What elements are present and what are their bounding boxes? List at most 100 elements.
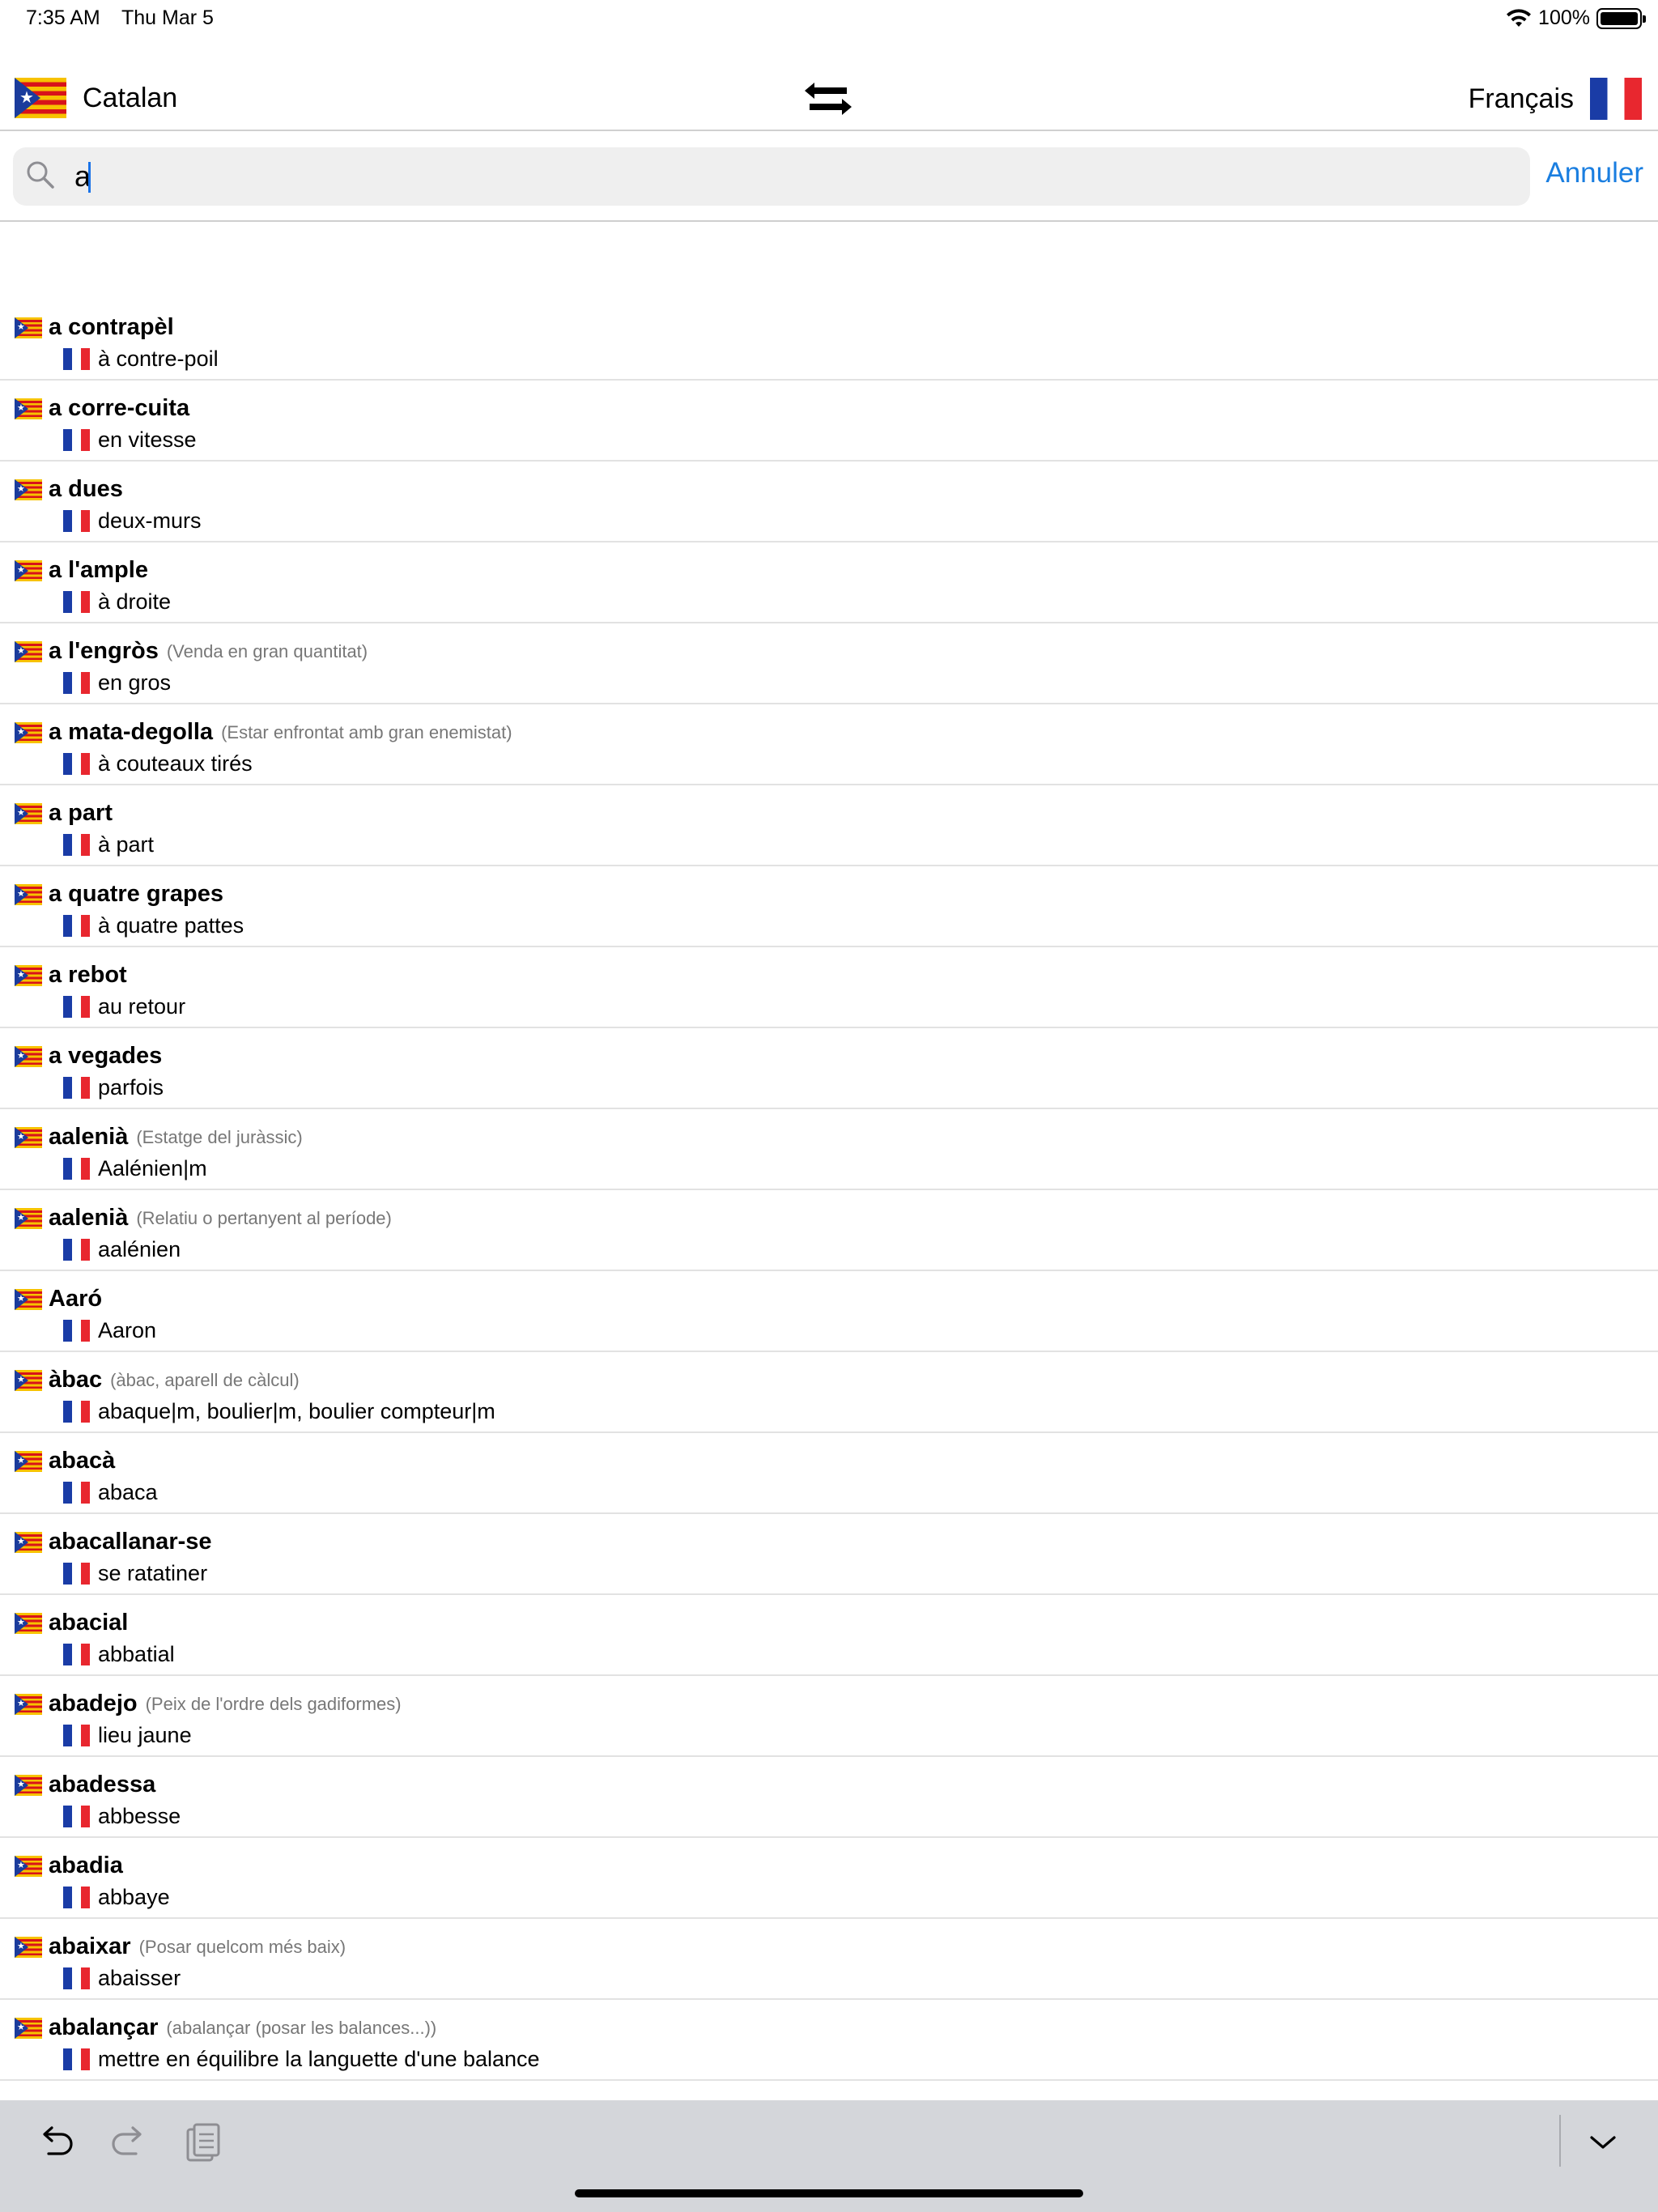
result-row[interactable]: ★ Aaró Aaron xyxy=(0,1271,1658,1352)
source-entry: ★ a contrapèl xyxy=(15,314,182,341)
result-row[interactable]: ★ àbac (àbac, aparell de càlcul) abaque|m, … xyxy=(0,1352,1658,1433)
result-row[interactable]: ★ a rebot au retour xyxy=(0,947,1658,1028)
result-row[interactable]: ★ abacallanar-se se ratatiner xyxy=(0,1514,1658,1595)
results-list: ★ a contrapèl à contre-poil ★ a corre-cuita e… xyxy=(0,300,1658,2081)
catalan-flag-icon: ★ xyxy=(15,1126,42,1148)
redo-icon[interactable] xyxy=(105,2120,151,2165)
result-row[interactable]: ★ aalenià (Estatge del juràssic) Aalénien|m xyxy=(0,1109,1658,1190)
translation-entry: abbaye xyxy=(63,1885,170,1910)
catalan-flag-icon: ★ xyxy=(15,1288,42,1310)
translation-text: à contre-poil xyxy=(98,347,219,371)
chevron-down-icon[interactable] xyxy=(1580,2120,1626,2165)
search-bar[interactable] xyxy=(13,147,1530,206)
catalan-flag-icon: ★ xyxy=(15,1612,42,1634)
french-flag-icon xyxy=(63,1725,90,1746)
source-term: a l'engròs xyxy=(49,638,159,664)
source-entry: ★ abaixar (Posar quelcom més baix) xyxy=(15,1933,346,1960)
target-language-selector[interactable]: Français xyxy=(1469,78,1642,120)
wifi-icon xyxy=(1507,8,1532,27)
result-row[interactable]: ★ abaixar (Posar quelcom més baix) abaisser xyxy=(0,1919,1658,2000)
translation-entry: en gros xyxy=(63,670,171,696)
translation-entry: abaque|m, boulier|m, boulier compteur|m xyxy=(63,1399,495,1424)
source-term: a quatre grapes xyxy=(49,881,223,907)
result-row[interactable]: ★ abadejo (Peix de l'ordre dels gadiformes… xyxy=(0,1676,1658,1757)
translation-text: abaque|m, boulier|m, boulier compteur|m xyxy=(98,1399,495,1423)
translation-entry: au retour xyxy=(63,994,185,1019)
search-input[interactable] xyxy=(62,147,1511,206)
result-row[interactable]: ★ a dues deux-murs xyxy=(0,462,1658,542)
result-row[interactable]: ★ aalenià (Relatiu o pertanyent al període… xyxy=(0,1190,1658,1271)
translation-text: lieu jaune xyxy=(98,1723,192,1747)
translation-entry: mettre en équilibre la languette d'une b… xyxy=(63,2047,540,2072)
result-row[interactable]: ★ abacà abaca xyxy=(0,1433,1658,1514)
result-row[interactable]: ★ a contrapèl à contre-poil xyxy=(0,300,1658,381)
result-row[interactable]: ★ a corre-cuita en vitesse xyxy=(0,381,1658,462)
source-language-selector[interactable]: ★ Catalan xyxy=(15,78,177,118)
status-time: 7:35 AM xyxy=(26,6,100,29)
source-entry: ★ a l'ample xyxy=(15,557,156,584)
translation-text: abbatial xyxy=(98,1642,175,1666)
catalan-flag-icon: ★ xyxy=(15,964,42,986)
translation-entry: à part xyxy=(63,832,154,857)
source-term: aalenià xyxy=(49,1205,129,1231)
result-row[interactable]: ★ a quatre grapes à quatre pattes xyxy=(0,866,1658,947)
translation-text: Aaron xyxy=(98,1318,157,1342)
term-note: (abalançar (posar les balances...)) xyxy=(166,2017,437,2038)
search-area: Annuler xyxy=(0,133,1658,222)
french-flag-icon xyxy=(63,1158,90,1180)
home-indicator[interactable] xyxy=(575,2189,1083,2197)
french-flag-icon xyxy=(63,348,90,370)
catalan-flag-icon: ★ xyxy=(15,1936,42,1958)
source-term: abadia xyxy=(49,1853,123,1878)
source-term: a rebot xyxy=(49,962,127,988)
source-entry: ★ abacà xyxy=(15,1448,123,1474)
source-term: a part xyxy=(49,800,113,826)
result-row[interactable]: ★ abacial abbatial xyxy=(0,1595,1658,1676)
translation-text: au retour xyxy=(98,994,186,1019)
swap-arrows-icon[interactable] xyxy=(801,79,855,118)
result-row[interactable]: ★ a vegades parfois xyxy=(0,1028,1658,1109)
french-flag-icon xyxy=(1590,78,1642,120)
translation-text: abaca xyxy=(98,1480,158,1504)
status-bar: 7:35 AM Thu Mar 5 100% xyxy=(0,0,1658,37)
result-row[interactable]: ★ abadessa abbesse xyxy=(0,1757,1658,1838)
source-term: aalenià xyxy=(49,1124,129,1150)
catalan-flag-icon: ★ xyxy=(15,1045,42,1067)
translation-text: deux-murs xyxy=(98,508,202,533)
translation-text: aalénien xyxy=(98,1237,181,1261)
french-flag-icon xyxy=(63,1320,90,1342)
translation-text: abbaye xyxy=(98,1885,170,1909)
result-row[interactable]: ★ a l'ample à droite xyxy=(0,542,1658,623)
status-date: Thu Mar 5 xyxy=(121,6,214,29)
translation-text: mettre en équilibre la languette d'une b… xyxy=(98,2047,540,2071)
french-flag-icon xyxy=(63,1806,90,1827)
result-row[interactable]: ★ abalançar (abalançar (posar les balances… xyxy=(0,2000,1658,2081)
source-entry: ★ a dues xyxy=(15,476,131,503)
french-flag-icon xyxy=(63,996,90,1018)
result-row[interactable]: ★ a mata-degolla (Estar enfrontat amb gran… xyxy=(0,704,1658,785)
undo-icon[interactable] xyxy=(34,2120,79,2165)
term-note: (Posar quelcom més baix) xyxy=(138,1936,346,1957)
source-entry: ★ aalenià (Relatiu o pertanyent al període… xyxy=(15,1205,392,1231)
catalan-flag-icon: ★ xyxy=(15,1855,42,1877)
source-entry: ★ Aaró xyxy=(15,1286,110,1312)
result-row[interactable]: ★ abadia abbaye xyxy=(0,1838,1658,1919)
source-entry: ★ a part xyxy=(15,800,121,827)
catalan-flag-icon: ★ xyxy=(15,78,66,118)
term-note: (Estar enfrontat amb gran enemistat) xyxy=(221,721,512,742)
cancel-button[interactable]: Annuler xyxy=(1545,157,1643,189)
french-flag-icon xyxy=(63,1887,90,1908)
catalan-flag-icon: ★ xyxy=(15,2017,42,2039)
result-row[interactable]: ★ a part à part xyxy=(0,785,1658,866)
toolbar-divider xyxy=(1559,2115,1561,2167)
catalan-flag-icon: ★ xyxy=(15,398,42,419)
source-term: abalançar xyxy=(49,2014,159,2040)
result-row[interactable]: ★ a l'engròs (Venda en gran quantitat) en g… xyxy=(0,623,1658,704)
source-term: àbac xyxy=(49,1367,103,1393)
paste-icon[interactable] xyxy=(180,2120,225,2165)
source-entry: ★ àbac (àbac, aparell de càlcul) xyxy=(15,1367,300,1393)
french-flag-icon xyxy=(63,1077,90,1099)
source-term: abacallanar-se xyxy=(49,1529,212,1555)
translation-text: abbesse xyxy=(98,1804,181,1828)
source-entry: ★ abacallanar-se xyxy=(15,1529,220,1555)
